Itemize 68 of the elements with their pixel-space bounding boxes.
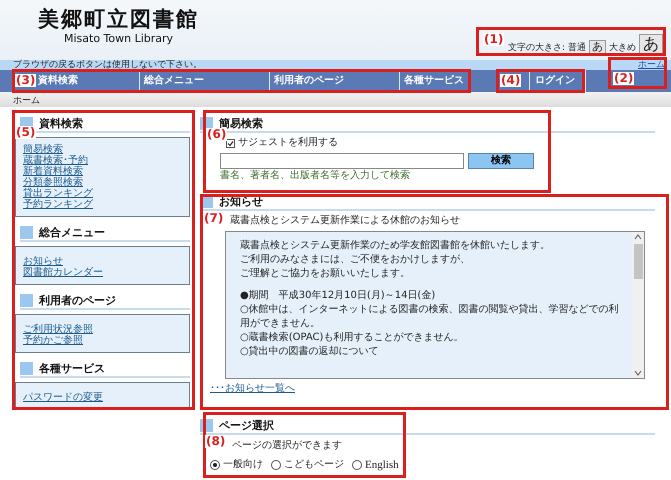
annotation-number: (3) [15,74,36,87]
news-text: ●期間 平成30年12月10日(月)～14日(金) [240,289,436,303]
section-title: 総合メニュー [39,226,105,239]
scroll-down-icon[interactable] [634,370,642,376]
menu-link[interactable]: 分類参照検索 [23,177,83,188]
menu-link[interactable]: 予約ランキング [23,199,93,210]
scroll-up-icon[interactable] [634,234,642,240]
menu-link[interactable]: パスワードの変更 [23,392,103,403]
section-title: 各種サービス [39,362,105,375]
library-title: 美郷町立図書館 [38,6,199,32]
search-field[interactable] [220,153,464,169]
login-link[interactable]: ログイン [530,70,586,92]
news-text: ○貸出中の図書の返却について [240,345,379,359]
news-list-link[interactable]: ･･･お知らせ一覧へ [210,383,295,394]
nav-tab[interactable]: 総合メニュー [140,70,270,92]
size-label: 大きめ [609,42,636,54]
section-marker [20,226,33,239]
notice-text: ブラウザの戻るボタンは使用しないで下さい。 [13,60,202,70]
section-title: 資料検索 [39,117,83,130]
menu-link[interactable]: 予約かご参照 [23,335,83,346]
font-size-button[interactable]: あ [639,34,663,54]
checkbox-label: サジェストを利用する [238,137,338,149]
nav-tab[interactable]: 利用者のページ [270,70,400,92]
annotation-number: (2) [613,72,634,85]
home-link[interactable]: ホーム [638,60,665,70]
page-select-description: ページの選択ができます [232,440,343,452]
annotation-number: (5) [15,126,36,139]
menu-link[interactable]: 蔵書検索･予約 [23,155,88,166]
annotation-number: (1) [483,33,504,46]
menu-link[interactable]: ご利用状況参照 [23,324,93,335]
search-hint: 書名、著者名、出版者名等を入力して検索 [220,170,411,182]
scrollbar[interactable] [632,232,644,378]
news-headline: 蔵書点検とシステム更新作業による休館のお知らせ [230,215,461,227]
radio-label: こどもページ [284,459,344,471]
menu-link[interactable]: 図書館カレンダー [23,267,103,278]
section-title: ページ選択 [219,419,274,432]
news-text: 蔵書点検とシステム更新作業のため学友館図書館を休館いたします。 [240,239,550,253]
news-text: ○休館中は、インターネットによる図書の検索、図書の閲覧や貸出、学習などでの利用ができません。 [240,303,620,331]
nav-tab[interactable]: 各種サービス [400,70,470,92]
section-marker [20,362,33,375]
radio-label: English [365,459,399,471]
section-title: 利用者のページ [39,294,116,307]
section-title: お知らせ [219,195,263,208]
search-button[interactable]: 検索 [468,153,534,169]
font-size-button[interactable]: あ [589,40,606,54]
menu-link[interactable]: 貸出ランキング [23,188,93,199]
font-size-label: 文字の大きさ: [508,42,565,54]
section-marker [20,294,33,307]
breadcrumb: ホーム [13,96,40,106]
radio-button[interactable] [352,460,362,470]
menu-link[interactable]: お知らせ [23,256,63,267]
scroll-thumb[interactable] [634,244,642,279]
news-text: ご利用のみなさまには、ご不便をおかけしますが、 [240,253,470,267]
library-subtitle: Misato Town Library [63,32,174,45]
news-text: ○蔵書検索(OPAC)も利用することができません。 [240,331,464,345]
annotation-number: (4) [500,74,522,87]
news-text: ご理解とご協力をお願いいたします。 [240,267,410,281]
annotation-number: (7) [203,212,224,225]
radio-button[interactable] [271,460,281,470]
size-label: 普通 [568,42,586,54]
radio-button[interactable] [210,460,220,470]
menu-link[interactable]: 簡易検索 [23,144,63,155]
radio-label: 一般向け [223,459,263,471]
annotation-number: (8) [205,435,226,448]
section-title: 簡易検索 [219,117,263,130]
menu-link[interactable]: 新着資料検索 [23,166,83,177]
annotation-number: (6) [206,128,228,141]
checkbox[interactable] [226,138,235,148]
